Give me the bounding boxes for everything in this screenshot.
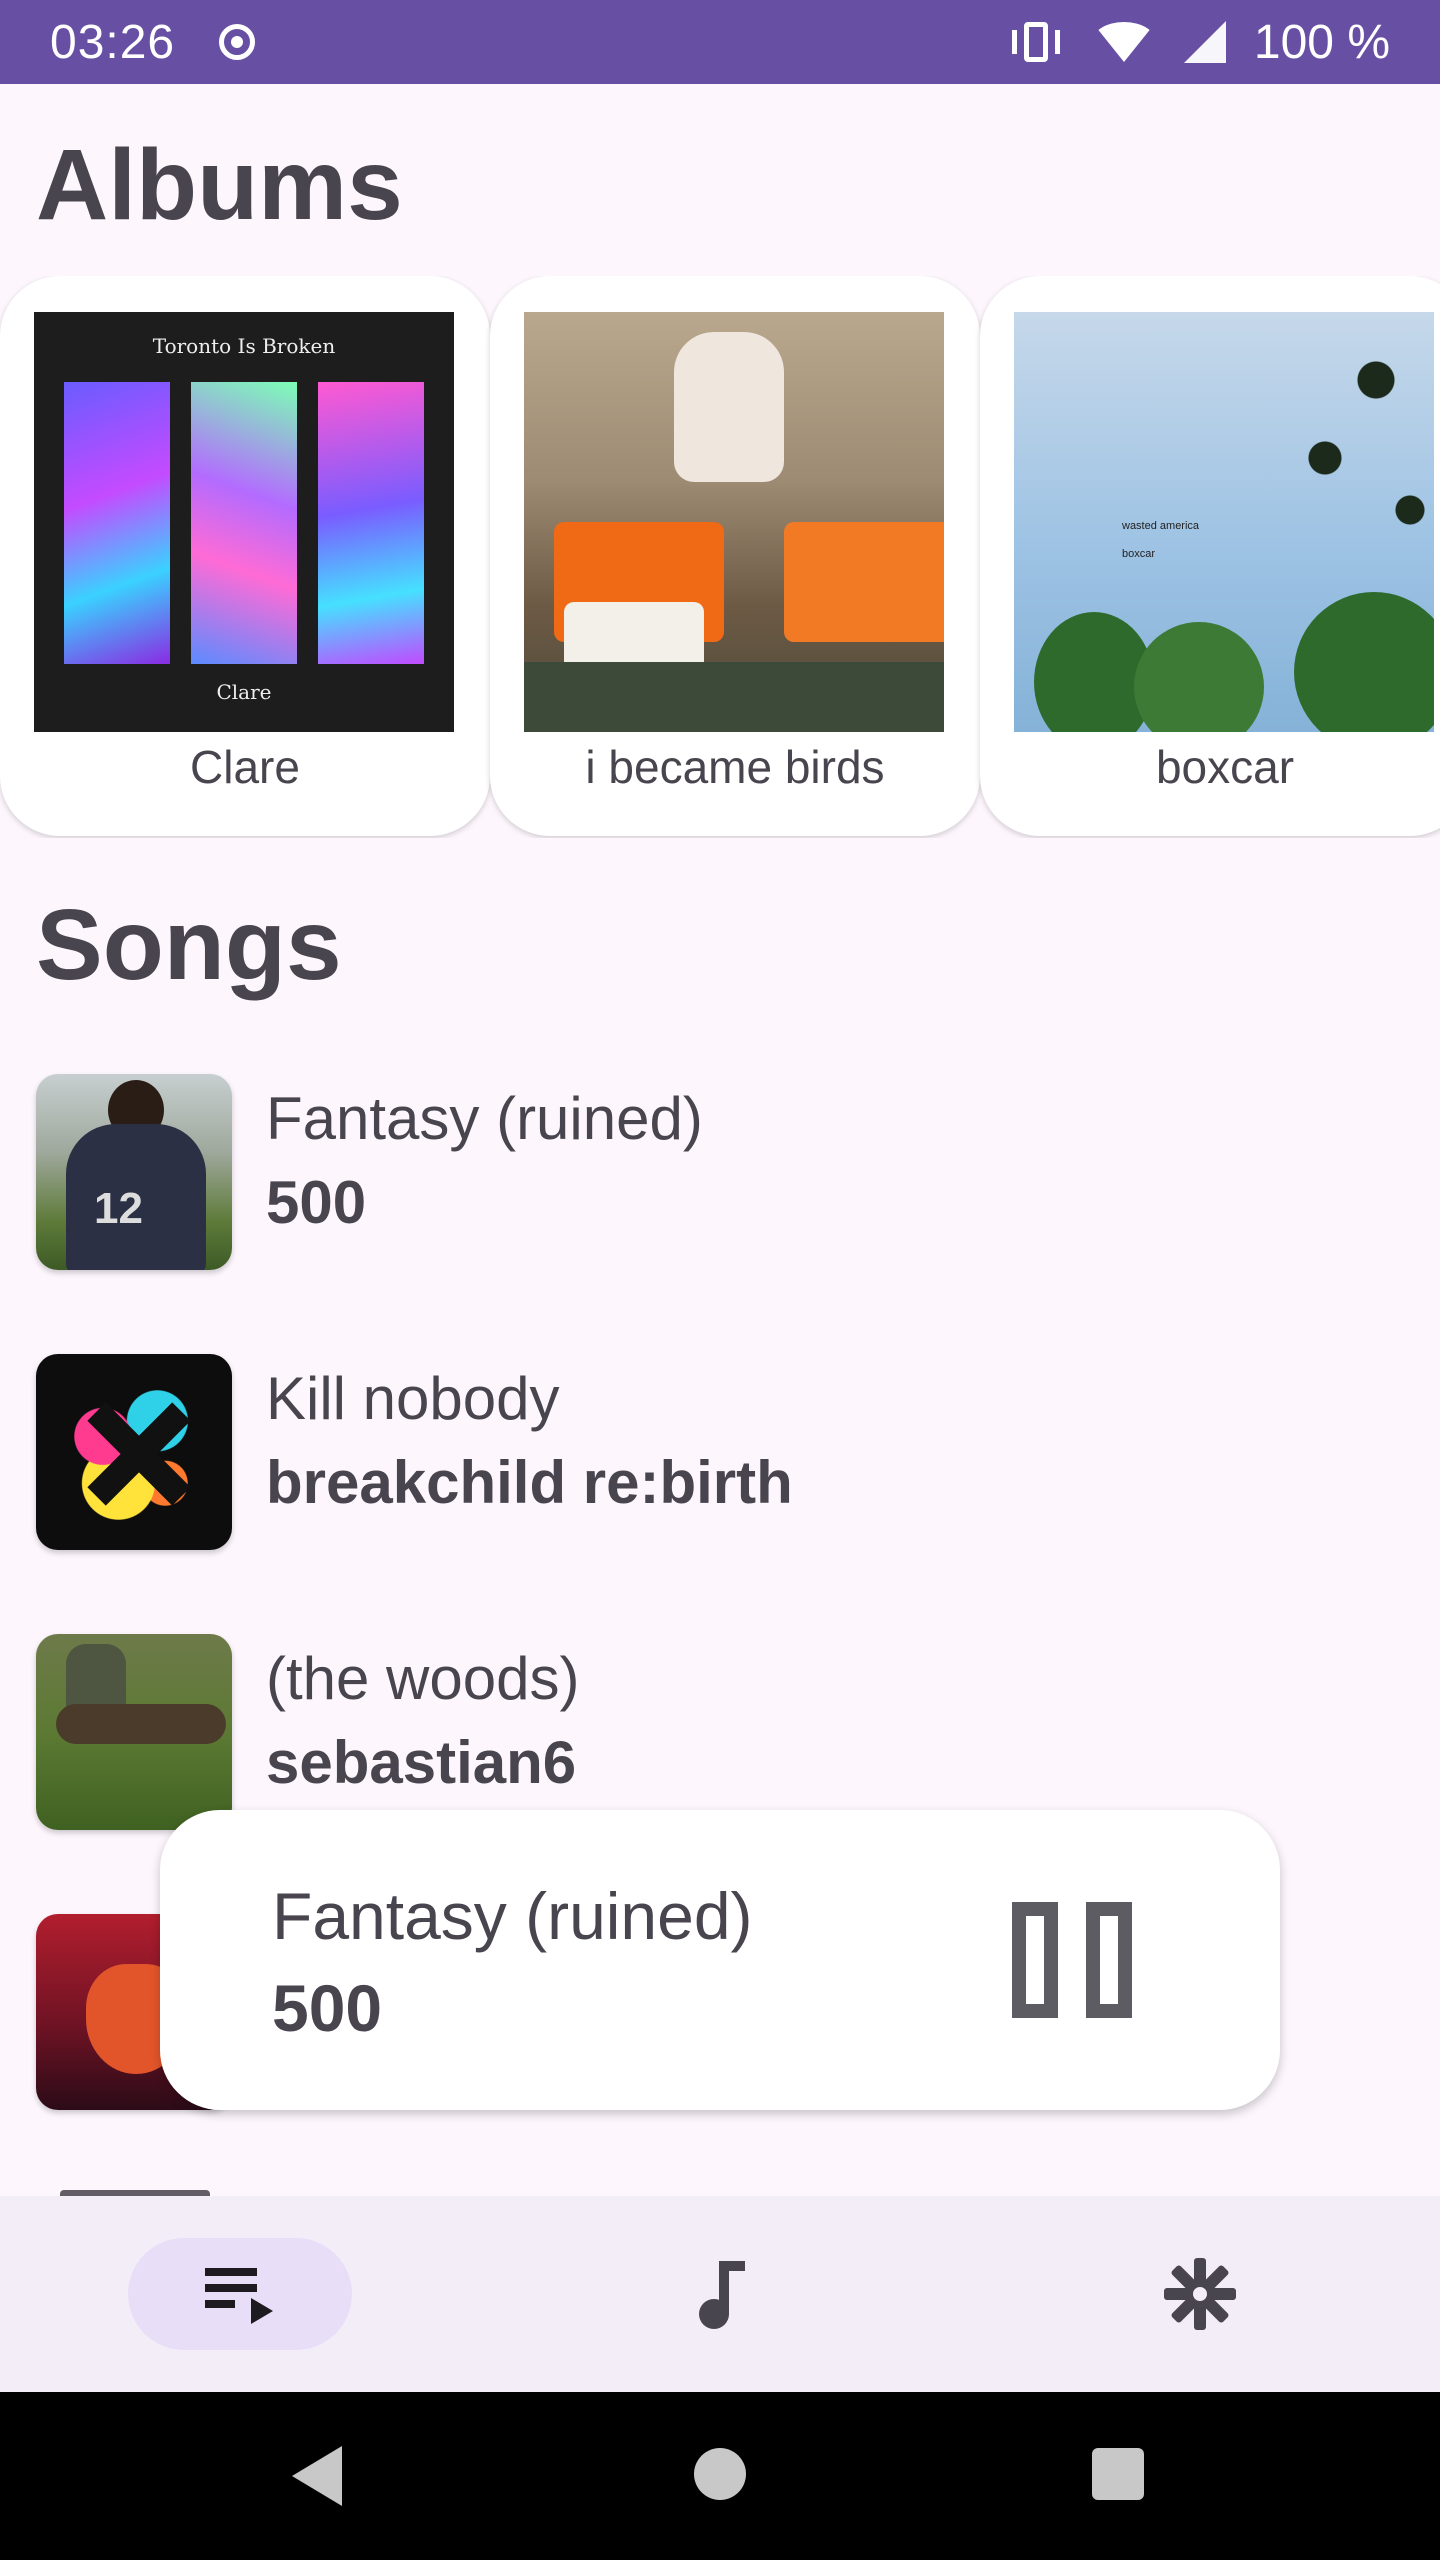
album-art-text: wasted america xyxy=(1122,520,1200,532)
record-icon xyxy=(219,24,256,60)
albums-carousel[interactable]: Toronto Is Broken Clare Clare i became b… xyxy=(0,276,1440,838)
back-icon[interactable] xyxy=(292,2446,342,2506)
settings-gear-icon xyxy=(1164,2258,1236,2330)
songs-heading: Songs xyxy=(36,889,342,1001)
now-playing-artist: 500 xyxy=(272,1971,383,2045)
home-icon[interactable] xyxy=(694,2448,746,2500)
album-art: wasted america boxcar xyxy=(1014,312,1434,732)
song-art xyxy=(36,1634,232,1830)
signal-icon xyxy=(1183,21,1226,63)
song-row[interactable]: (the woods) sebastian6 xyxy=(36,1634,1406,1830)
now-playing-title: Fantasy (ruined) xyxy=(272,1879,753,1953)
song-art xyxy=(36,1354,232,1550)
album-card-boxcar[interactable]: wasted america boxcar boxcar xyxy=(980,276,1440,836)
pause-icon[interactable] xyxy=(1012,1902,1132,2018)
album-card-clare[interactable]: Toronto Is Broken Clare Clare xyxy=(0,276,490,836)
song-art-text: 12 xyxy=(94,1184,143,1233)
status-time: 03:26 xyxy=(50,15,176,69)
nav-music[interactable] xyxy=(608,2238,832,2350)
vibrate-icon xyxy=(1008,18,1064,66)
system-navigation-bar xyxy=(0,2392,1440,2560)
nav-queue[interactable] xyxy=(128,2238,352,2350)
song-title: Fantasy (ruined) xyxy=(266,1085,703,1152)
now-playing-card[interactable]: Fantasy (ruined) 500 xyxy=(160,1810,1280,2110)
queue-music-icon xyxy=(205,2264,275,2324)
status-bar: 03:26 100 % xyxy=(0,0,1440,84)
song-artist: sebastian6 xyxy=(266,1729,577,1796)
albums-heading: Albums xyxy=(36,129,403,241)
song-artist: 500 xyxy=(266,1169,367,1236)
album-art: Toronto Is Broken Clare xyxy=(34,312,454,732)
song-title: (the woods) xyxy=(266,1645,580,1712)
battery-level: 100 % xyxy=(1253,15,1390,69)
song-art: 12 xyxy=(36,1074,232,1270)
song-artist: breakchild re:birth xyxy=(266,1449,793,1516)
wifi-icon xyxy=(1091,22,1156,62)
nav-settings[interactable] xyxy=(1088,2238,1312,2350)
music-note-icon xyxy=(695,2259,745,2329)
song-title: Kill nobody xyxy=(266,1365,560,1432)
status-icons: 100 % xyxy=(1008,15,1390,70)
album-art-text: Clare xyxy=(216,680,272,704)
album-card-i-became-birds[interactable]: i became birds xyxy=(490,276,980,836)
album-art xyxy=(524,312,944,732)
song-row[interactable]: 12 Fantasy (ruined) 500 xyxy=(36,1074,1406,1270)
album-name: boxcar xyxy=(1155,741,1295,793)
song-row[interactable]: Kill nobody breakchild re:birth xyxy=(36,1354,1406,1550)
album-name: i became birds xyxy=(585,741,885,793)
recents-icon[interactable] xyxy=(1092,2448,1144,2500)
album-name: Clare xyxy=(190,741,300,793)
album-art-text: boxcar xyxy=(1122,548,1156,560)
album-art-text: Toronto Is Broken xyxy=(152,334,336,358)
bottom-navigation xyxy=(0,2196,1440,2392)
